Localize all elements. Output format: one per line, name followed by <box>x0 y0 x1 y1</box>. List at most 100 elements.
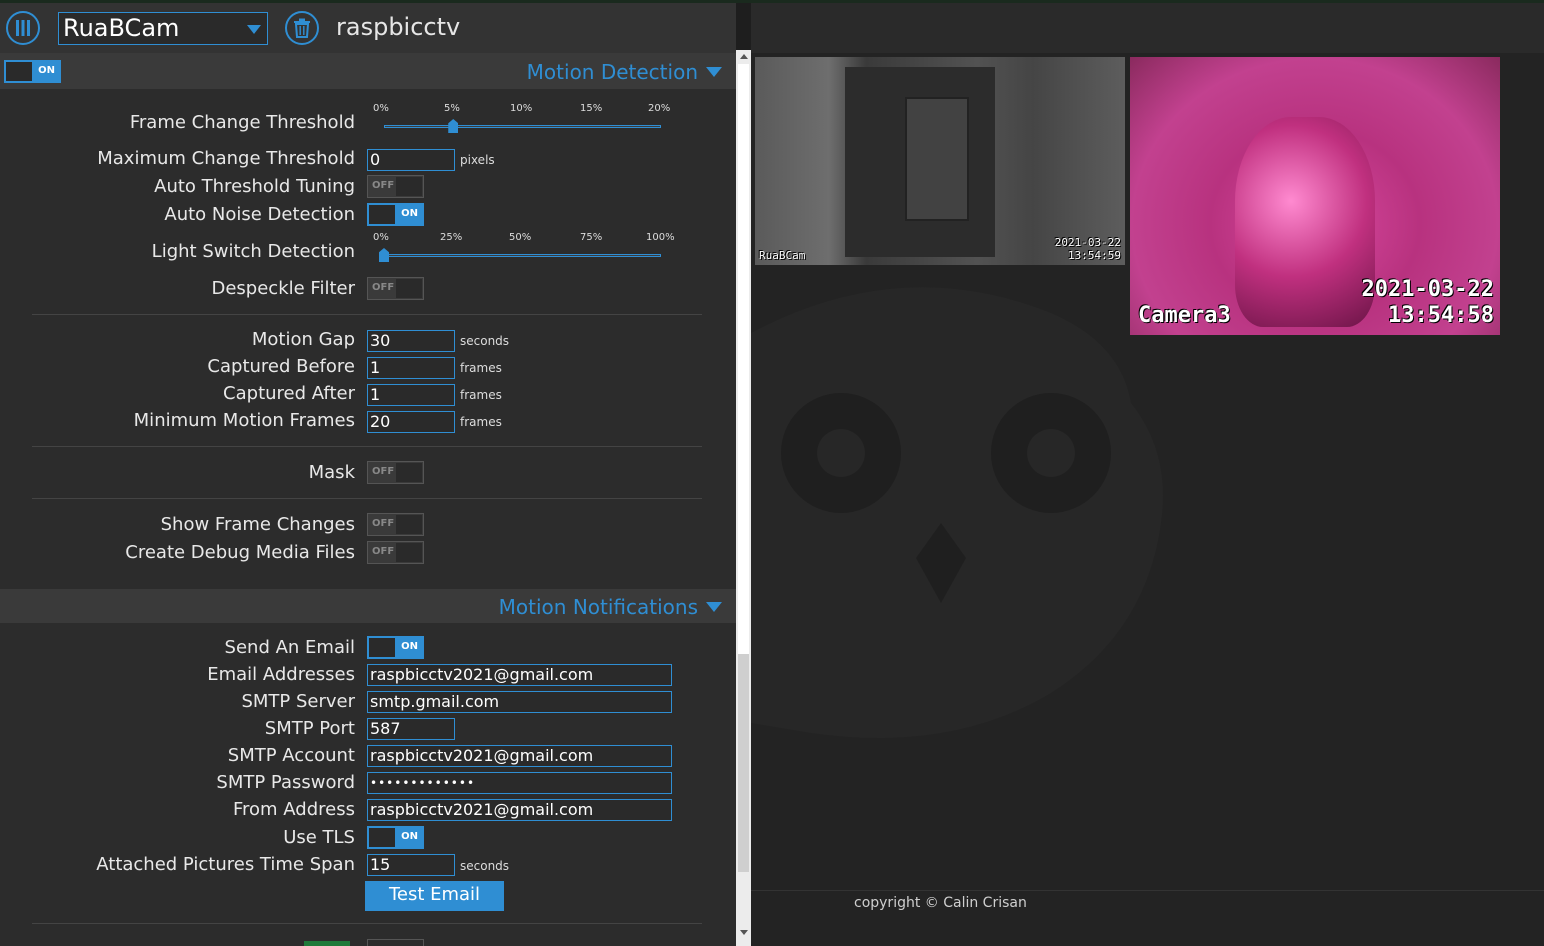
toggle-knob <box>369 638 395 657</box>
smtp-account-label: SMTP Account <box>227 745 355 766</box>
light-switch-detection-label: Light Switch Detection <box>151 241 355 262</box>
captured-before-input[interactable]: 1 <box>367 357 455 379</box>
use-tls-toggle[interactable]: ON <box>367 826 424 849</box>
lucky-cat-figure <box>1235 117 1375 327</box>
create-debug-media-files-toggle[interactable]: OFF <box>367 541 424 564</box>
toggle-state: OFF <box>372 282 395 293</box>
captured-after-label: Captured After <box>223 383 355 404</box>
partial-element <box>304 941 350 946</box>
camera-grid-area: RuaBCam 2021-03-22 13:54:59 Camera3 2021… <box>751 3 1544 946</box>
auto-threshold-tuning-toggle[interactable]: OFF <box>367 175 424 198</box>
auto-noise-detection-toggle[interactable]: ON <box>367 203 424 226</box>
toggle-state: ON <box>38 65 55 76</box>
copyright-text: copyright © Calin Crisan <box>854 895 1027 911</box>
camera-osd-time: 13:54:58 <box>1388 303 1494 328</box>
toggle-knob <box>396 279 422 298</box>
motion-gap-label: Motion Gap <box>251 329 355 350</box>
section-divider <box>32 446 702 447</box>
toggle-state: ON <box>401 831 418 842</box>
camera-osd-date: 2021-03-22 <box>1361 277 1494 302</box>
toggle-knob <box>369 205 395 224</box>
seconds-unit: seconds <box>460 334 510 348</box>
camera-feed-camera3[interactable]: Camera3 2021-03-22 13:54:58 <box>1130 57 1500 335</box>
toggle-state: OFF <box>372 466 395 477</box>
settings-panel: RuaBCam raspbicctv ON Motion Detection F… <box>0 3 736 946</box>
toggle-state: ON <box>401 208 418 219</box>
smtp-account-input[interactable]: raspbicctv2021@gmail.com <box>367 745 672 767</box>
settings-scrollbar[interactable] <box>736 50 751 946</box>
show-frame-changes-label: Show Frame Changes <box>160 514 355 535</box>
camera-osd-date: 2021-03-22 <box>1054 236 1121 249</box>
scrollbar-thumb[interactable] <box>738 64 749 654</box>
motion-notifications-section-header[interactable]: Motion Notifications <box>0 589 736 623</box>
camera-osd-time: 13:54:59 <box>1068 249 1121 262</box>
section-divider <box>32 498 702 499</box>
smtp-password-input[interactable]: ••••••••••••• <box>367 772 672 794</box>
delete-camera-button[interactable] <box>285 11 319 45</box>
smtp-server-input[interactable]: smtp.gmail.com <box>367 691 672 713</box>
camera-title: raspbicctv <box>336 13 461 41</box>
from-address-input[interactable]: raspbicctv2021@gmail.com <box>367 799 672 821</box>
motion-detection-section-header[interactable]: ON Motion Detection <box>0 53 736 89</box>
scroll-up-icon[interactable] <box>740 54 748 59</box>
camera-select[interactable]: RuaBCam <box>58 12 268 45</box>
smtp-port-input[interactable]: 587 <box>367 718 455 740</box>
pixels-unit: pixels <box>460 153 495 167</box>
create-debug-media-files-label: Create Debug Media Files <box>125 542 355 563</box>
camera-osd-name: RuaBCam <box>759 249 806 262</box>
captured-before-label: Captured Before <box>207 356 355 377</box>
camera-osd-name: Camera3 <box>1138 303 1231 328</box>
toggle-settings-button[interactable] <box>6 11 40 45</box>
scroll-down-icon[interactable] <box>740 930 748 935</box>
despeckle-filter-toggle[interactable]: OFF <box>367 277 424 300</box>
toggle-knob <box>396 177 422 196</box>
maximum-change-threshold-input[interactable]: 0 <box>367 149 455 171</box>
send-an-email-toggle[interactable]: ON <box>367 636 424 659</box>
tick-label: 5% <box>444 103 460 114</box>
tick-label: 75% <box>580 232 603 243</box>
minimum-motion-frames-input[interactable]: 20 <box>367 411 455 433</box>
trash-icon <box>294 18 310 38</box>
toggle-state: ON <box>401 641 418 652</box>
light-switch-ticks: 0% 25% 50% 75% 100% <box>372 232 682 246</box>
show-frame-changes-toggle[interactable]: OFF <box>367 513 424 536</box>
camera-feed-ruabcam[interactable]: RuaBCam 2021-03-22 13:54:59 <box>755 57 1125 265</box>
auto-noise-detection-label: Auto Noise Detection <box>164 204 355 225</box>
use-tls-label: Use TLS <box>283 827 355 848</box>
frame-change-threshold-slider[interactable] <box>384 125 661 128</box>
attached-pictures-time-span-input[interactable]: 15 <box>367 854 455 876</box>
motion-notifications-title: Motion Notifications <box>498 595 698 619</box>
tick-label: 100% <box>646 232 675 243</box>
tick-label: 0% <box>373 103 389 114</box>
door-window <box>905 97 969 221</box>
frame-change-threshold-ticks: 0% 5% 10% 15% 20% <box>372 103 682 117</box>
scrollbar-track[interactable] <box>738 654 749 872</box>
partial-toggle[interactable] <box>367 939 424 946</box>
frame-change-threshold-handle[interactable] <box>448 119 459 133</box>
frames-unit: frames <box>460 415 502 429</box>
smtp-password-label: SMTP Password <box>216 772 355 793</box>
mask-label: Mask <box>308 462 355 483</box>
motion-detection-title: Motion Detection <box>526 60 698 84</box>
despeckle-filter-label: Despeckle Filter <box>211 278 355 299</box>
frames-unit: frames <box>460 361 502 375</box>
frames-unit: frames <box>460 388 502 402</box>
smtp-port-label: SMTP Port <box>264 718 355 739</box>
light-switch-detection-slider[interactable] <box>384 254 661 257</box>
motion-detection-enable-toggle[interactable]: ON <box>4 60 61 83</box>
section-divider <box>32 923 702 924</box>
captured-after-input[interactable]: 1 <box>367 384 455 406</box>
test-email-button[interactable]: Test Email <box>365 881 504 911</box>
light-switch-detection-handle[interactable] <box>379 248 389 262</box>
frame-change-threshold-label: Frame Change Threshold <box>129 112 355 133</box>
chevron-down-icon <box>706 67 722 77</box>
toggle-knob <box>6 62 32 81</box>
motion-gap-input[interactable]: 30 <box>367 330 455 352</box>
attached-pictures-time-span-label: Attached Pictures Time Span <box>96 854 355 875</box>
settings-header: RuaBCam raspbicctv <box>0 3 736 53</box>
mask-toggle[interactable]: OFF <box>367 461 424 484</box>
tick-label: 15% <box>580 103 603 114</box>
email-addresses-input[interactable]: raspbicctv2021@gmail.com <box>367 664 672 686</box>
toggle-knob <box>369 828 395 847</box>
toggle-state: OFF <box>372 546 395 557</box>
